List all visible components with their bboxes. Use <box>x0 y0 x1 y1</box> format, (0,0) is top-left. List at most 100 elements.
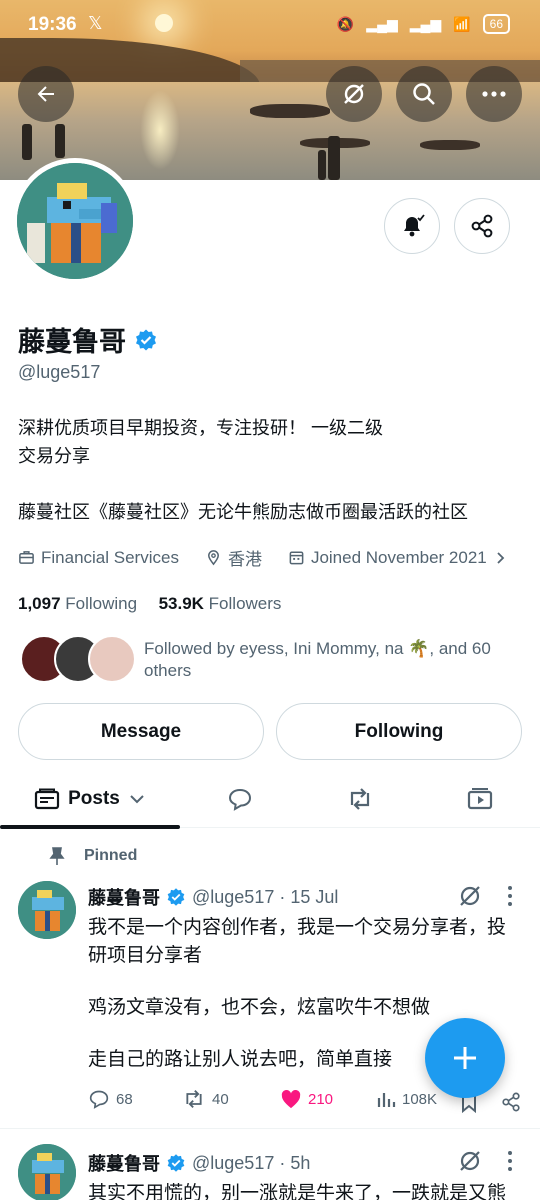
bio-line: 藤蔓社区《藤蔓社区》无论牛熊励志做币圈最活跃的社区 <box>18 502 468 522</box>
profile-tabs: Posts <box>0 770 540 828</box>
plus-icon <box>454 1047 476 1069</box>
repost-icon <box>350 788 370 810</box>
signal-icon: ▂▄▆ <box>366 15 398 32</box>
message-button[interactable]: Message <box>18 703 264 760</box>
share-button[interactable] <box>454 198 510 254</box>
repost-icon <box>186 1090 202 1108</box>
views-count: 108K <box>402 1090 438 1108</box>
avatar <box>88 635 136 683</box>
post-more-icon[interactable] <box>504 1149 516 1173</box>
profile-name: 藤蔓鲁哥 <box>18 320 158 359</box>
posts-icon <box>35 788 60 810</box>
post-avatar[interactable] <box>18 881 76 939</box>
profile-handle: @luge517 <box>18 362 101 382</box>
pinned-text: Pinned <box>84 847 138 864</box>
post-line: 研项目分享者 <box>88 945 203 966</box>
followed-by-avatars[interactable] <box>20 635 136 683</box>
pinned-label: Pinned <box>48 846 137 866</box>
pixel-crocodile-avatar-icon <box>18 1144 76 1200</box>
repost-count: 40 <box>212 1090 229 1108</box>
reply-bubble-icon <box>228 788 252 811</box>
like-count: 210 <box>308 1090 334 1108</box>
sun-glare <box>140 90 180 170</box>
grok-button[interactable] <box>326 66 382 122</box>
tab-posts-label: Posts <box>68 788 120 809</box>
followers-link[interactable]: 53.9K Followers <box>159 594 282 613</box>
display-name: 藤蔓鲁哥 <box>18 327 126 357</box>
more-dots-icon <box>482 91 506 97</box>
heart-filled-icon <box>281 1089 301 1109</box>
post-line: 我不是一个内容创作者，我是一个交易分享者，投 <box>88 917 507 938</box>
profile-avatar[interactable] <box>12 158 138 284</box>
followers-count: 53.9K <box>158 594 204 613</box>
verified-badge-icon <box>167 1154 185 1172</box>
reply-button[interactable]: 68 <box>88 1089 133 1109</box>
post-author-name[interactable]: 藤蔓鲁哥 <box>88 1150 160 1176</box>
grok-icon[interactable] <box>456 1147 484 1175</box>
tab-posts[interactable]: Posts <box>0 770 180 828</box>
status-time: 19:36 <box>28 14 77 35</box>
post-line: 其实不用慌的，别一涨就是牛来了，一跌就是又熊 <box>88 1183 507 1200</box>
share-icon <box>471 214 493 238</box>
bio-line: 深耕优质项目早期投资，专注投研！ 一级二级 <box>18 418 383 438</box>
battery-icon: 66 <box>482 14 510 34</box>
repost-button[interactable]: 40 <box>182 1089 229 1109</box>
views-button[interactable]: 108K <box>376 1089 437 1109</box>
tab-media[interactable] <box>420 770 540 828</box>
views-chart-icon <box>377 1093 396 1107</box>
calendar-icon <box>289 551 304 565</box>
like-button[interactable]: 210 <box>280 1089 333 1109</box>
tab-replies[interactable] <box>180 770 300 828</box>
verified-badge-icon[interactable] <box>134 328 158 352</box>
rock <box>420 140 480 150</box>
compose-button[interactable] <box>425 1018 505 1098</box>
post-handle-time: @luge517 · 5h <box>192 1152 311 1173</box>
person <box>328 136 340 180</box>
grok-icon[interactable] <box>456 882 484 910</box>
chevron-down-icon <box>130 795 144 804</box>
post-author-name[interactable]: 藤蔓鲁哥 <box>88 884 160 910</box>
boat <box>250 104 330 118</box>
post-avatar[interactable] <box>18 1144 76 1200</box>
back-button[interactable] <box>18 66 74 122</box>
pin-icon <box>49 847 65 865</box>
signal-icon: ▂▄▆ <box>409 15 442 32</box>
location-pin-icon <box>207 550 219 566</box>
bio-line: 交易分享 <box>18 446 90 466</box>
joined-date: Joined November 2021 <box>310 547 487 567</box>
bell-check-icon <box>404 214 425 237</box>
following-label: Following <box>65 594 138 613</box>
grok-icon <box>344 84 364 104</box>
post-handle-time: @luge517 · 15 Jul <box>192 886 339 907</box>
search-icon <box>413 83 435 105</box>
category[interactable]: Financial Services <box>41 548 179 568</box>
person <box>318 150 326 180</box>
search-button[interactable] <box>396 66 452 122</box>
more-button[interactable] <box>466 66 522 122</box>
status-bar: 19:36 𝕏 🔕 ▂▄▆ ▂▄▆ 📶 66 <box>0 0 540 50</box>
person <box>22 124 32 160</box>
video-icon <box>467 788 493 810</box>
location: 香港 <box>227 550 262 569</box>
followed-by-text[interactable]: Followed by eyess, Ini Mommy, na 🌴, and … <box>144 638 524 682</box>
pixel-crocodile-avatar-icon <box>18 881 76 939</box>
tab-active-indicator <box>0 825 180 829</box>
post-text: 其实不用慌的，别一涨就是牛来了，一跌就是又熊 <box>88 1180 528 1200</box>
following-link[interactable]: 1,097 Following <box>18 594 137 613</box>
reply-count: 68 <box>116 1090 133 1108</box>
following-button[interactable]: Following <box>276 703 522 760</box>
followers-label: Followers <box>208 594 282 613</box>
post-header: 藤蔓鲁哥 @luge517 · 5h <box>88 1150 310 1176</box>
notifications-button[interactable] <box>384 198 440 254</box>
share-icon[interactable] <box>500 1091 522 1113</box>
reply-icon <box>89 1090 109 1109</box>
follow-counts: 1,097 Following 53.9K Followers <box>18 594 281 614</box>
person <box>55 124 65 158</box>
post-more-icon[interactable] <box>504 884 516 908</box>
following-count: 1,097 <box>18 594 61 613</box>
verified-badge-icon <box>167 888 185 906</box>
profile-bio: 深耕优质项目早期投资，专注投研！ 一级二级 交易分享 <box>18 414 518 470</box>
profile-meta: Financial Services 香港 Joined November 20… <box>18 545 507 570</box>
tab-reposts[interactable] <box>300 770 420 828</box>
chevron-right-icon[interactable] <box>493 551 507 565</box>
